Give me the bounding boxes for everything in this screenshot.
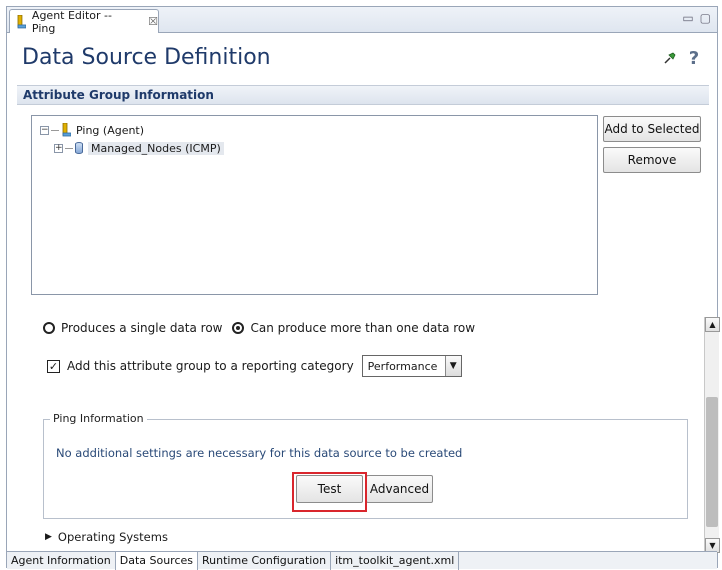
maximize-icon[interactable]: ▢ xyxy=(700,11,711,25)
radio-single-row-label: Produces a single data row xyxy=(61,321,223,335)
chevron-down-icon[interactable]: ▼ xyxy=(444,356,461,376)
test-button-highlight xyxy=(292,472,367,512)
page-title: Data Source Definition xyxy=(22,45,271,70)
editor-tab-agent-ping[interactable]: Agent Editor -- Ping ☒ xyxy=(9,8,159,35)
window-controls: ▭ ▢ xyxy=(682,11,711,25)
close-tab-icon[interactable]: ☒ xyxy=(148,15,158,28)
editor-tab-bar: Agent Editor -- Ping ☒ ▭ ▢ xyxy=(7,7,717,35)
reporting-category-label: Add this attribute group to a reporting … xyxy=(67,359,354,373)
tree-node-managed-nodes[interactable]: + Managed_Nodes (ICMP) xyxy=(54,140,224,156)
section-header-attribute-group: Attribute Group Information xyxy=(17,85,709,105)
row-cardinality-options: Produces a single data row Can produce m… xyxy=(43,321,475,335)
editor-tab-title: Agent Editor -- Ping xyxy=(31,8,112,35)
tree-node-agent[interactable]: − Ping (Agent) xyxy=(40,122,144,138)
remove-button[interactable]: Remove xyxy=(603,147,701,173)
minimize-icon[interactable]: ▭ xyxy=(682,11,693,25)
tree-connector xyxy=(51,129,59,131)
bottom-tab-bar: Agent Information Data Sources Runtime C… xyxy=(7,551,717,570)
tab-runtime-configuration[interactable]: Runtime Configuration xyxy=(198,552,332,570)
radio-single-row[interactable] xyxy=(43,322,55,334)
tab-data-sources[interactable]: Data Sources xyxy=(115,552,199,570)
ping-information-legend: Ping Information xyxy=(50,412,147,425)
ping-information-description: No additional settings are necessary for… xyxy=(56,446,463,460)
advanced-button[interactable]: Advanced xyxy=(366,475,433,503)
tree-node-label: Managed_Nodes (ICMP) xyxy=(88,141,224,155)
header-icons: ? xyxy=(661,48,703,69)
operating-systems-section[interactable]: ▶ Operating Systems xyxy=(45,530,168,544)
agent-icon xyxy=(17,14,26,28)
tree-node-label: Ping (Agent) xyxy=(76,123,145,137)
database-icon xyxy=(75,142,83,154)
expand-arrow-icon[interactable]: ▶ xyxy=(45,532,52,542)
operating-systems-label: Operating Systems xyxy=(57,530,168,544)
scroll-thumb[interactable] xyxy=(706,397,718,527)
vertical-scrollbar[interactable]: ▲ ▼ xyxy=(704,317,720,553)
reporting-category-select[interactable]: Performance ▼ xyxy=(361,355,462,377)
agent-icon xyxy=(62,123,71,137)
radio-multiple-rows-label: Can produce more than one data row xyxy=(250,321,476,335)
help-icon[interactable]: ? xyxy=(685,48,703,69)
editor-window: Agent Editor -- Ping ☒ ▭ ▢ Data Source D… xyxy=(6,6,720,570)
radio-multiple-rows[interactable] xyxy=(232,322,245,334)
tab-itm-toolkit-agent-xml[interactable]: itm_toolkit_agent.xml xyxy=(331,552,460,570)
reporting-category-value: Performance xyxy=(367,359,438,373)
pin-icon[interactable] xyxy=(661,49,679,67)
attribute-group-tree[interactable]: − Ping (Agent) + Managed_Nodes (ICMP) xyxy=(31,115,598,295)
reporting-category-checkbox[interactable]: ✓ xyxy=(47,359,60,373)
collapse-icon[interactable]: − xyxy=(40,125,49,135)
reporting-category-row: ✓ Add this attribute group to a reportin… xyxy=(47,355,462,377)
expand-icon[interactable]: + xyxy=(54,143,63,153)
scroll-up-icon[interactable]: ▲ xyxy=(705,317,720,332)
tab-agent-information[interactable]: Agent Information xyxy=(7,552,116,570)
tree-connector xyxy=(65,147,73,149)
add-to-selected-button[interactable]: Add to Selected xyxy=(603,116,701,142)
